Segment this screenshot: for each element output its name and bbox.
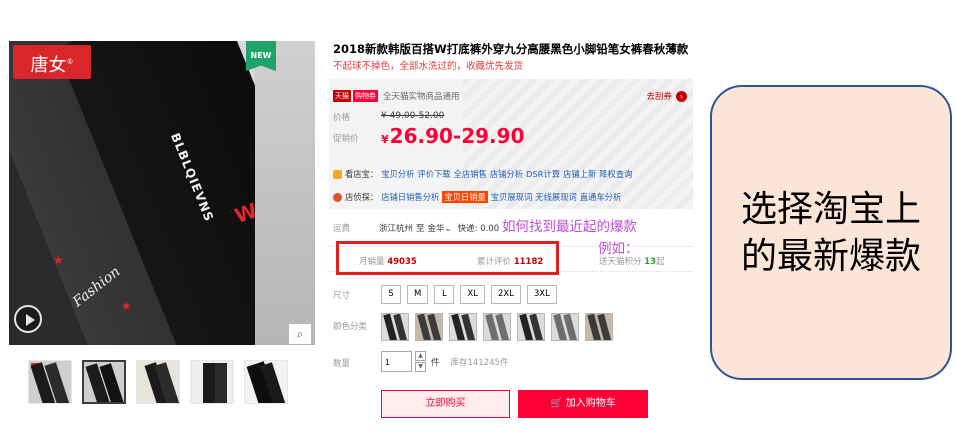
shipping-destination[interactable]: 金华 <box>428 224 445 234</box>
size-label: 尺寸 <box>333 291 351 301</box>
promo-price: ¥26.90-29.90 <box>381 124 524 148</box>
brand-logo: 唐女® <box>13 45 91 79</box>
price-label: 价格 <box>333 113 351 123</box>
thumbnail[interactable] <box>244 360 288 404</box>
original-price: ¥ 49.00-52.00 <box>381 111 445 121</box>
quantity-label: 数量 <box>333 359 351 369</box>
get-coupon-label[interactable]: 去刮券 <box>646 90 672 102</box>
color-options <box>381 313 613 341</box>
quantity-stepper: ▲ ▼ 件 库存141245件 <box>381 351 508 372</box>
thumbnail-strip <box>28 360 288 404</box>
tmall-points: 送天猫积分 13起 <box>599 255 665 267</box>
price-panel: 天猫 购物券 全天猫实物商品通用 去刮券 › 价格 ¥ 49.00-52.00 … <box>329 79 693 209</box>
tool-link[interactable]: 降权查询 <box>599 168 632 180</box>
shipping-to-word: 至 <box>416 224 425 234</box>
tool-link[interactable]: 评价下载 <box>417 168 450 180</box>
stock-count: 库存141245件 <box>450 357 509 368</box>
buy-now-button[interactable]: 立即购买 <box>381 390 510 418</box>
size-option[interactable]: L <box>434 285 455 304</box>
add-to-cart-button[interactable]: 🛒 加入购物车 <box>518 390 648 418</box>
callout-line: 选择淘宝上 <box>740 188 921 230</box>
zoom-search-icon[interactable]: ⌕ <box>289 324 311 344</box>
tmall-points-label: 送天猫积分 <box>599 257 642 267</box>
highlight-box <box>336 241 559 275</box>
thumbnail[interactable] <box>190 360 234 404</box>
tmall-coupon-row: 天猫 购物券 全天猫实物商品通用 <box>333 90 460 102</box>
product-title: 2018新款韩版百搭W打底裤外穿九分高腰黑色小脚铅笔女裤春秋薄款 <box>333 42 689 56</box>
shipping-row: 运费 浙江杭州 至 金华⌄ 快递: 0.00 <box>333 222 499 234</box>
quantity-unit: 件 <box>431 357 440 368</box>
chevron-right-icon[interactable]: › <box>676 90 687 102</box>
thumb-pant <box>215 363 227 403</box>
tool-link[interactable]: 无线展现词 <box>535 191 577 203</box>
tool-link[interactable]: 全店销售 <box>454 168 487 180</box>
size-option[interactable]: S <box>381 285 401 304</box>
shipping-label: 运费 <box>333 224 351 234</box>
tool-link-highlighted[interactable]: 宝贝日销量 <box>442 191 488 203</box>
tmall-tag: 天猫 <box>333 90 351 102</box>
shipping-from: 浙江杭州 <box>379 224 414 234</box>
size-option[interactable]: M <box>407 285 429 304</box>
callout-box: 选择淘宝上 的最新爆款 <box>710 85 952 380</box>
dianzhentan-icon <box>333 192 342 202</box>
get-coupon-link[interactable]: 去刮券 › <box>646 90 687 102</box>
callout-line: 的最新爆款 <box>740 235 921 277</box>
chevron-down-icon[interactable]: ⌄ <box>445 224 452 234</box>
tmall-coupon-text: 全天猫实物商品通用 <box>383 92 460 102</box>
currency-symbol: ¥ <box>381 133 389 146</box>
color-swatch[interactable] <box>483 313 511 341</box>
tool-link[interactable]: 店铺分析 <box>490 168 523 180</box>
image-background-right <box>255 41 315 345</box>
tool-link[interactable]: DSR计算 <box>526 168 560 180</box>
thumb-pant <box>203 363 215 403</box>
dianzhentan-label: 店侦探： <box>345 192 379 202</box>
annotation-text: 如何找到最近起的爆款 <box>502 219 637 235</box>
color-swatch[interactable] <box>551 313 579 341</box>
color-label: 颜色分类 <box>333 322 368 332</box>
quantity-input[interactable] <box>381 351 412 372</box>
play-video-icon[interactable] <box>14 305 42 333</box>
main-product-image[interactable]: BLBLQIEVNS W ★ Fashion ★ <box>9 41 315 345</box>
promo-price-label: 促销价 <box>333 134 359 144</box>
color-swatch[interactable] <box>517 313 545 341</box>
size-option[interactable]: 2XL <box>490 285 521 304</box>
size-options: S M L XL 2XL 3XL <box>381 285 557 304</box>
tool-link[interactable]: 宝贝分析 <box>381 168 414 180</box>
color-swatch[interactable] <box>381 313 409 341</box>
star-icon: ★ <box>121 299 132 313</box>
tool-link[interactable]: 店铺上新 <box>563 168 596 180</box>
tmall-points-suffix: 起 <box>656 257 665 267</box>
kandianbao-label: 看店宝： <box>345 169 379 179</box>
color-swatch[interactable] <box>585 313 613 341</box>
color-swatch[interactable] <box>449 313 477 341</box>
tool-link[interactable]: 宝贝展现词 <box>491 191 533 203</box>
thumbnail[interactable] <box>136 360 180 404</box>
color-swatch[interactable] <box>415 313 443 341</box>
thumbnail[interactable] <box>28 360 72 404</box>
kandianbao-tools: 看店宝： 宝贝分析 评价下载 全店销售 店铺分析 DSR计算 店铺上新 降权查询 <box>333 168 632 180</box>
kandianbao-icon <box>333 169 342 179</box>
product-subtitle: 不起球不掉色，全部水洗过的，收藏优先发货 <box>333 61 524 72</box>
callout-text: 选择淘宝上 的最新爆款 <box>722 186 940 280</box>
dianzhentan-tools: 店侦探： 店铺日销售分析 宝贝日销量 宝贝展现词 无线展现词 直通车分析 <box>333 191 621 203</box>
decrement-icon[interactable]: ▼ <box>415 362 426 372</box>
size-option[interactable]: XL <box>460 285 485 304</box>
thumbnail-active[interactable] <box>82 360 126 404</box>
coupon-tag: 购物券 <box>353 90 378 102</box>
stepper-buttons: ▲ ▼ <box>415 351 426 372</box>
promo-price-value: 26.90-29.90 <box>389 124 525 148</box>
shipping-destination-select[interactable]: 金华⌄ <box>428 222 452 234</box>
star-icon: ★ <box>53 253 64 267</box>
tmall-points-value: 13 <box>644 257 657 267</box>
size-option[interactable]: 3XL <box>526 285 557 304</box>
tool-link[interactable]: 店铺日销售分析 <box>381 191 439 203</box>
tool-link[interactable]: 直通车分析 <box>580 191 622 203</box>
shipping-fee: 快递: 0.00 <box>457 224 500 234</box>
increment-icon[interactable]: ▲ <box>415 351 426 361</box>
